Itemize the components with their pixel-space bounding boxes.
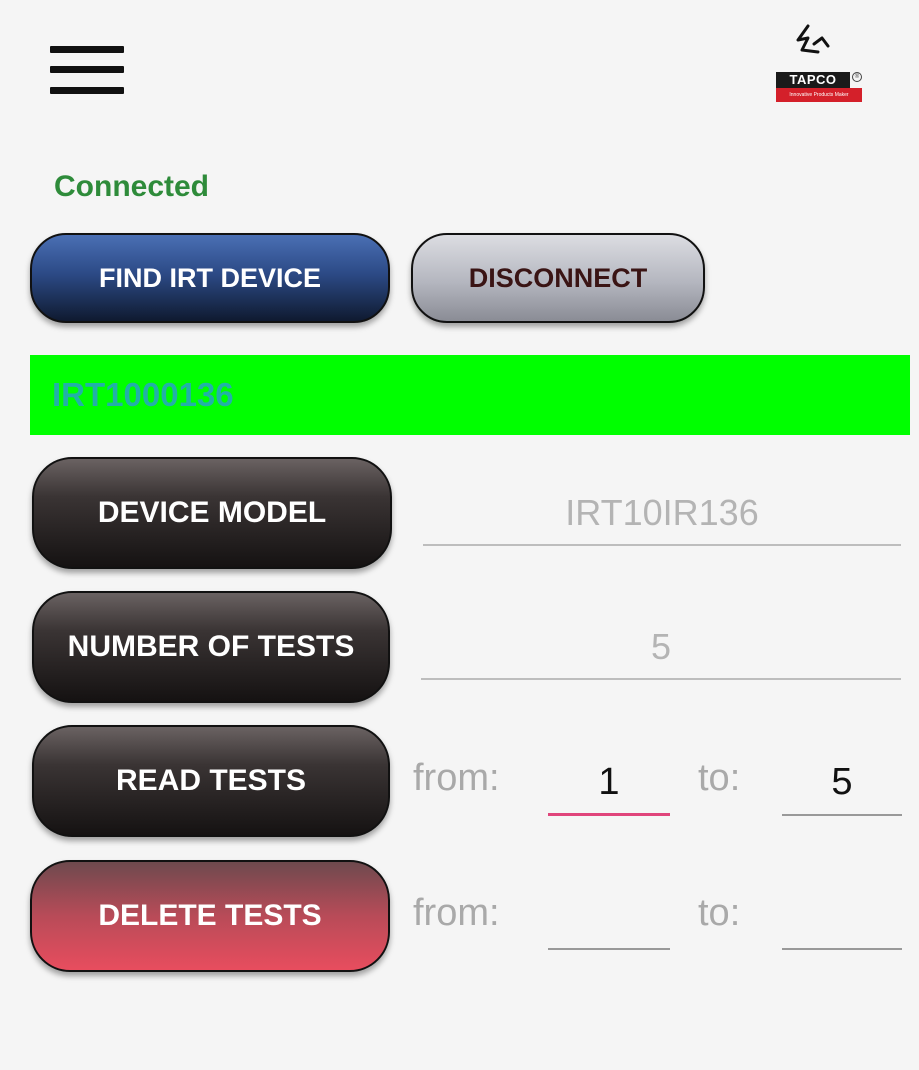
- tapco-logo: TAPCO ® Innovative Products Maker: [770, 22, 866, 108]
- selected-device-bar[interactable]: IRT1000136: [30, 355, 910, 435]
- read-to-label: to:: [698, 757, 741, 799]
- read-from-input[interactable]: 1: [548, 754, 670, 816]
- number-of-tests-button[interactable]: NUMBER OF TESTS: [32, 591, 390, 703]
- device-model-button[interactable]: DEVICE MODEL: [32, 457, 392, 569]
- read-tests-button[interactable]: READ TESTS: [32, 725, 390, 837]
- read-from-label: from:: [413, 757, 500, 799]
- tapco-logo-mark-icon: [796, 24, 830, 54]
- find-irt-device-button[interactable]: FIND IRT DEVICE: [30, 233, 390, 323]
- logo-badge: TAPCO: [776, 72, 850, 88]
- device-name: IRT1000136: [52, 376, 234, 413]
- registered-mark: ®: [852, 72, 862, 82]
- delete-to-input[interactable]: [782, 888, 902, 950]
- delete-tests-button[interactable]: DELETE TESTS: [30, 860, 390, 972]
- delete-from-label: from:: [413, 892, 500, 934]
- delete-from-input[interactable]: [548, 888, 670, 950]
- disconnect-button[interactable]: DISCONNECT: [411, 233, 705, 323]
- number-of-tests-field: 5: [421, 622, 901, 680]
- connection-status: Connected: [54, 170, 210, 203]
- logo-strip: Innovative Products Maker: [776, 88, 862, 102]
- delete-to-label: to:: [698, 892, 741, 934]
- read-to-input[interactable]: 5: [782, 754, 902, 816]
- hamburger-menu-icon[interactable]: [46, 44, 128, 102]
- device-model-field: IRT10IR136: [423, 488, 901, 546]
